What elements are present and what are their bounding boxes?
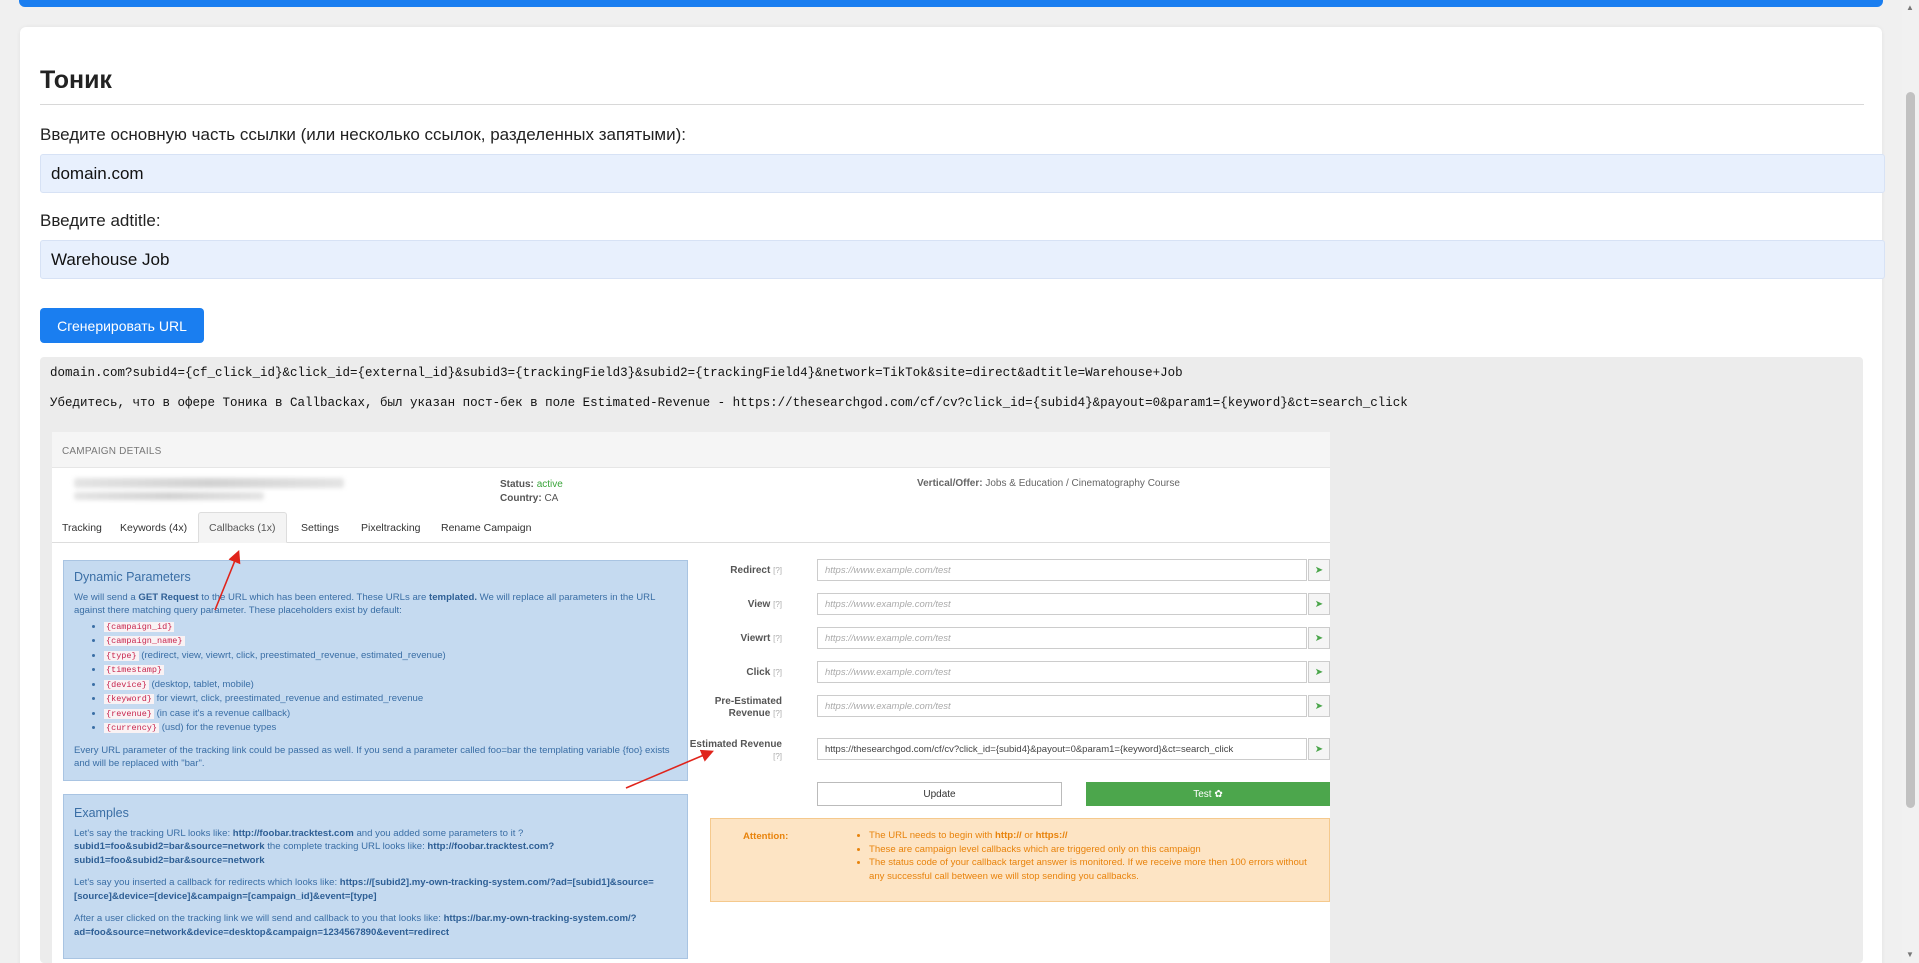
example-1: Let's say the tracking URL looks like: h… [74, 827, 555, 866]
instruction-screenshot: CAMPAIGN DETAILS Status: active Country:… [52, 432, 1330, 963]
adtitle-input[interactable]: Warehouse Job [40, 240, 1885, 279]
view-label: View [?] [747, 599, 782, 610]
list-item: {type} (redirect, view, viewrt, click, p… [104, 649, 677, 664]
attention-label: Attention: [743, 831, 789, 842]
blurred-campaign-id [74, 492, 264, 500]
example-3: After a user clicked on the tracking lin… [74, 913, 637, 938]
click-input[interactable]: https://www.example.com/test [817, 661, 1307, 683]
pre-estimated-revenue-input[interactable]: https://www.example.com/test [817, 695, 1307, 717]
list-item: {currency} (usd) for the revenue types [104, 721, 677, 736]
page-title: Тоник [40, 66, 112, 94]
viewrt-input[interactable]: https://www.example.com/test [817, 627, 1307, 649]
click-label: Click [?] [746, 667, 782, 678]
link-label: Введите основную часть ссылки (или неско… [40, 125, 686, 144]
estimated-revenue-input[interactable]: https://thesearchgod.com/cf/cv?click_id=… [817, 738, 1307, 760]
placeholder-list: {campaign_id} {campaign_name} {type} (re… [104, 620, 677, 736]
send-icon[interactable]: ➤ [1308, 593, 1330, 615]
title-divider [40, 104, 1864, 105]
country-value: CA [544, 493, 559, 504]
attention-box: Attention: The URL needs to begin with h… [710, 818, 1330, 902]
campaign-status: Status: active Country: CA [500, 478, 563, 506]
attention-list: The URL needs to begin with http:// or h… [869, 829, 1319, 883]
tab-callbacks[interactable]: Callbacks (1x) [198, 512, 287, 543]
redirect-input[interactable]: https://www.example.com/test [817, 559, 1307, 581]
view-input[interactable]: https://www.example.com/test [817, 593, 1307, 615]
list-item: These are campaign level callbacks which… [869, 843, 1319, 857]
list-item: The URL needs to begin with http:// or h… [869, 829, 1319, 843]
send-icon[interactable]: ➤ [1308, 695, 1330, 717]
list-item: {campaign_name} [104, 634, 677, 649]
scrollbar-thumb[interactable] [1906, 92, 1915, 808]
tab-tracking[interactable]: Tracking [52, 512, 112, 543]
tab-pixeltracking[interactable]: Pixeltracking [351, 512, 431, 543]
blurred-campaign-name [74, 478, 344, 488]
top-accent-bar [19, 0, 1883, 7]
tab-keywords[interactable]: Keywords (4x) [110, 512, 197, 543]
adtitle-label: Введите adtitle: [40, 211, 161, 230]
tab-settings[interactable]: Settings [291, 512, 349, 543]
update-button[interactable]: Update [817, 782, 1062, 806]
list-item: {timestamp} [104, 663, 677, 678]
vertical-offer: Vertical/Offer: Jobs & Education / Cinem… [917, 478, 1180, 489]
send-icon[interactable]: ➤ [1308, 738, 1330, 760]
generate-url-button[interactable]: Сгенерировать URL [40, 308, 204, 343]
scroll-down-icon[interactable]: ▼ [1906, 950, 1914, 959]
test-button[interactable]: Test ✿ [1086, 782, 1330, 806]
vertical-label: Vertical/Offer: [917, 478, 983, 489]
list-item: {campaign_id} [104, 620, 677, 635]
dynamic-parameters-title: Dynamic Parameters [74, 570, 191, 584]
status-value: active [536, 479, 563, 490]
country-label: Country: [500, 493, 542, 504]
viewrt-label: Viewrt [?] [740, 633, 782, 644]
estimated-revenue-label: Estimated Revenue [?] [689, 739, 782, 761]
list-item: {keyword} for viewrt, click, preestimate… [104, 692, 677, 707]
dynamic-parameters-outro: Every URL parameter of the tracking link… [74, 744, 670, 770]
examples-panel: Examples Let's say the tracking URL look… [63, 794, 688, 959]
send-icon[interactable]: ➤ [1308, 627, 1330, 649]
result-note: Убедитесь, что в офере Тоника в Callback… [50, 396, 1408, 410]
link-input[interactable]: domain.com [40, 154, 1885, 193]
campaign-details-header: CAMPAIGN DETAILS [52, 432, 1330, 468]
send-icon[interactable]: ➤ [1308, 559, 1330, 581]
example-2: Let's say you inserted a callback for re… [74, 877, 654, 902]
send-icon[interactable]: ➤ [1308, 661, 1330, 683]
dynamic-parameters-intro: We will send a GET Request to the URL wh… [74, 591, 656, 617]
redirect-label: Redirect [?] [730, 565, 782, 576]
tab-rename-campaign[interactable]: Rename Campaign [431, 512, 541, 543]
result-url: domain.com?subid4={cf_click_id}&click_id… [50, 366, 1183, 380]
list-item: {revenue} (in case it's a revenue callba… [104, 707, 677, 722]
examples-title: Examples [74, 806, 129, 820]
vertical-value: Jobs & Education / Cinematography Course [985, 478, 1180, 489]
pre-estimated-revenue-label: Pre-Estimated Revenue [?] [714, 696, 782, 719]
scrollbar[interactable]: ▲ ▼ [1902, 0, 1919, 963]
dynamic-parameters-panel: Dynamic Parameters We will send a GET Re… [63, 560, 688, 781]
list-item: The status code of your callback target … [869, 856, 1319, 883]
list-item: {device} (desktop, tablet, mobile) [104, 678, 677, 693]
scroll-up-icon[interactable]: ▲ [1906, 3, 1914, 12]
status-label: Status: [500, 479, 534, 490]
campaign-tabs: Tracking Keywords (4x) Callbacks (1x) Se… [52, 512, 1330, 543]
